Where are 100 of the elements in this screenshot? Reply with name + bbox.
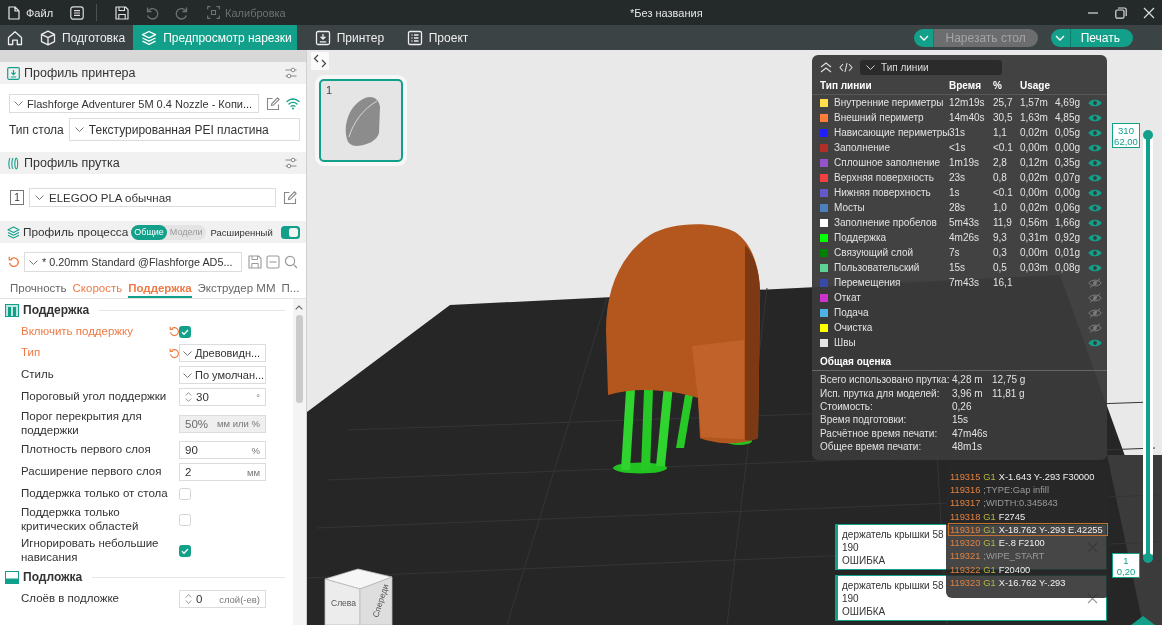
length-value: 0,03m: [1020, 262, 1049, 273]
dropdown-button[interactable]: [1050, 28, 1071, 47]
edit-icon[interactable]: [266, 96, 280, 111]
eye-icon[interactable]: [1088, 217, 1102, 228]
eye-slash-icon[interactable]: [1088, 307, 1102, 318]
wifi-icon[interactable]: [286, 97, 300, 110]
eye-icon[interactable]: [1088, 337, 1102, 348]
eye-icon[interactable]: [1088, 172, 1102, 183]
scrollbar[interactable]: [293, 299, 306, 625]
summary-value: 3,96 m: [952, 387, 984, 399]
plate-number: 1: [326, 84, 333, 96]
eye-icon[interactable]: [1088, 187, 1102, 198]
view-type-dropdown[interactable]: Тип линии: [860, 59, 1002, 75]
tab[interactable]: Проект: [398, 25, 491, 50]
group-title: Поддержка: [23, 303, 90, 317]
setting-label: Тип: [21, 346, 42, 360]
3d-viewport[interactable]: [307, 50, 1162, 625]
chevron-up-icon[interactable]: [295, 305, 303, 310]
weight-value: 0,01g: [1055, 247, 1082, 258]
weight-value: 0,07g: [1055, 172, 1082, 183]
weight-value: 1,66g: [1055, 217, 1082, 228]
input-field[interactable]: 2 мм: [179, 463, 266, 481]
gcode-line: 119317 ;WIDTH:0.345843: [949, 497, 1059, 510]
code-icon[interactable]: [839, 61, 853, 73]
line-type-name: Заполнение пробелов: [834, 217, 938, 228]
reset-icon[interactable]: [169, 347, 180, 359]
double-chevron-up-icon[interactable]: [820, 61, 832, 73]
toggle-switch[interactable]: [281, 225, 300, 239]
line-type-name: Верхняя поверхность: [834, 172, 935, 183]
scrollbar-thumb[interactable]: [296, 315, 303, 403]
gcode-line: 119323 G1 X-16.762 Y-.293: [949, 577, 1067, 590]
weight-value: 0,06g: [1055, 202, 1082, 213]
time-value: 4m26s: [949, 232, 980, 243]
spinner-arrows-icon[interactable]: [185, 391, 192, 403]
reset-icon[interactable]: [8, 256, 20, 268]
line-type-name: Мосты: [834, 202, 866, 213]
tab[interactable]: Принтер: [306, 25, 399, 50]
spinner-arrows-icon[interactable]: [185, 593, 192, 605]
time-value: 7s: [949, 247, 961, 258]
eye-icon[interactable]: [1088, 112, 1102, 123]
restore-icon[interactable]: [1115, 6, 1127, 19]
chevron-icon: [183, 372, 192, 378]
eye-slash-icon[interactable]: [1088, 322, 1102, 333]
advanced-label: Расширенный: [210, 226, 273, 238]
eye-slash-icon[interactable]: [1088, 292, 1102, 303]
bed-type-dropdown[interactable]: Текстурированная PEI пластина: [68, 118, 300, 141]
layers-icon: [7, 225, 20, 239]
search-icon[interactable]: [284, 255, 298, 269]
dropdown[interactable]: Древовидн...: [179, 344, 266, 362]
checkbox[interactable]: [179, 544, 191, 557]
eye-icon[interactable]: [1088, 157, 1102, 168]
tray-icon: [5, 570, 19, 584]
input-field[interactable]: 90 %: [179, 441, 266, 459]
summary-label: Время подготовки:: [820, 414, 908, 426]
eye-icon[interactable]: [1088, 142, 1102, 153]
dropdown-button[interactable]: [914, 28, 935, 47]
reset-icon[interactable]: [169, 326, 180, 337]
chevrons-icon[interactable]: [311, 52, 329, 70]
weight-value: 0,08g: [1055, 262, 1082, 273]
column-header: %: [993, 79, 1003, 91]
filament-preset-dropdown[interactable]: ELEGOO PLA обычная: [29, 188, 276, 207]
spin-field[interactable]: 0 слой(-ев): [179, 590, 266, 608]
line-type-name: Пользовательский: [834, 262, 921, 273]
menu-icon[interactable]: [70, 5, 85, 20]
length-value: 0,12m: [1020, 157, 1049, 168]
unit-label: %: [251, 444, 260, 456]
checkbox[interactable]: [179, 325, 191, 338]
eye-icon[interactable]: [1088, 262, 1102, 273]
time-value: 15s: [949, 262, 967, 273]
slider-thumb[interactable]: [1143, 130, 1153, 140]
eye-icon[interactable]: [1088, 232, 1102, 243]
eye-icon[interactable]: [1088, 97, 1102, 108]
eye-icon[interactable]: [1088, 202, 1102, 213]
filament-slot-number[interactable]: 1: [10, 190, 24, 205]
view-cube[interactable]: [324, 568, 393, 625]
settings-tab[interactable]: Экструдер ММ: [197, 282, 276, 298]
settings-tab[interactable]: Прочность: [10, 282, 67, 298]
notification-title: держатель крышки 58: [842, 578, 944, 592]
slider-thumb[interactable]: [1143, 553, 1153, 563]
sliders-icon[interactable]: [285, 67, 297, 79]
slider-thumb[interactable]: [1130, 615, 1156, 625]
time-value: 1s: [949, 187, 961, 198]
setting-label: Расширение первого слоя: [21, 465, 163, 479]
gcode-line: 119318 G1 F2745: [949, 510, 1027, 524]
line-type-name: Подача: [834, 307, 870, 318]
percent-value: 11,9: [993, 217, 1013, 228]
file-menu-button[interactable]: Файл: [8, 5, 54, 20]
settings-tab[interactable]: П...: [281, 282, 300, 298]
process-preset-dropdown[interactable]: * 0.20mm Standard @Flashforge AD5...: [24, 252, 242, 272]
dropdown[interactable]: По умолчан...: [179, 366, 266, 384]
eye-icon[interactable]: [1088, 247, 1102, 258]
sliders-icon[interactable]: [285, 157, 297, 169]
eye-slash-icon[interactable]: [1088, 277, 1102, 288]
column-header: Тип линии: [820, 79, 873, 91]
eye-icon[interactable]: [1088, 127, 1102, 138]
edit-icon[interactable]: [283, 190, 297, 205]
tab[interactable]: Подготовка: [32, 25, 134, 50]
chevron-icon: [14, 101, 23, 106]
spin-field[interactable]: 30 °: [179, 388, 266, 406]
printer-preset-dropdown[interactable]: Flashforge Adventurer 5M 0.4 Nozzle - Копи...: [9, 94, 259, 113]
